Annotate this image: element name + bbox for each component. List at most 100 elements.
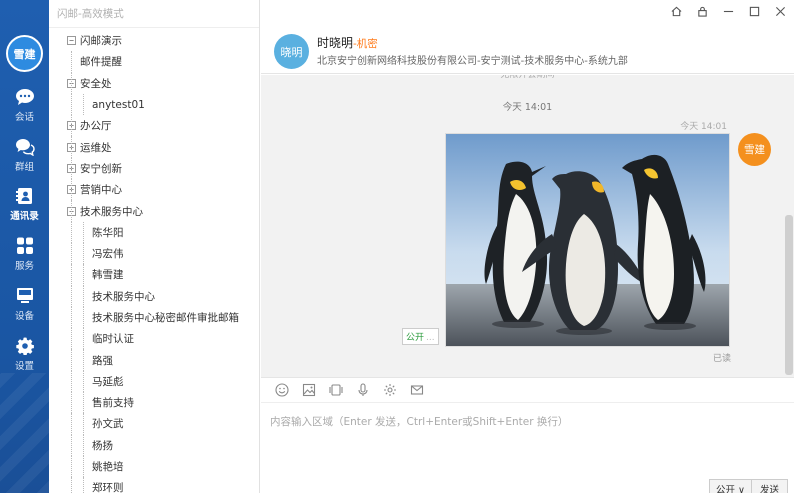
- tree-guide-line: [71, 434, 72, 456]
- tree-node[interactable]: 售前支持: [49, 392, 249, 414]
- tree-node[interactable]: − 闪邮演示: [49, 30, 249, 51]
- tree-guide-line: [71, 72, 72, 94]
- tree-node-label: 孙文武: [92, 418, 124, 431]
- tree-guide-line: [83, 242, 84, 265]
- tree-guide-line: [71, 392, 72, 414]
- services-grid-icon: [16, 237, 33, 254]
- penguins-image: [446, 134, 729, 346]
- tree-node[interactable]: − 安全处: [49, 72, 249, 94]
- chat-header: 晓明 时晓明-机密 北京安宁创新网络科技股份有限公司-安宁测试-技术服务中心-系…: [261, 28, 794, 74]
- tree-node-label: 冯宏伟: [92, 248, 124, 261]
- nav-item-contacts[interactable]: 通讯录: [0, 181, 49, 227]
- tree-node[interactable]: − 技术服务中心: [49, 200, 249, 222]
- send-button-group: 公开 ∨ 发送: [709, 479, 788, 493]
- tree-node-label: 安全处: [80, 77, 112, 90]
- group-chat-icon: [15, 138, 35, 156]
- device-icon: [16, 287, 33, 303]
- collapse-icon[interactable]: −: [67, 36, 76, 46]
- tree-node-label: 邮件提醒: [80, 56, 122, 69]
- tree-node-label: 技术服务中心: [92, 290, 155, 303]
- tree-guide-line: [71, 93, 72, 116]
- lock-icon[interactable]: [696, 5, 708, 17]
- screenshot-icon[interactable]: [328, 382, 344, 398]
- tree-guide-line: [71, 285, 72, 307]
- input-toolbar: [261, 377, 794, 403]
- contact-avatar[interactable]: 晓明: [274, 34, 309, 69]
- message-list: 无限开会期间 今天 14:01 今天 14:01 雪建 公开 ... 已读: [261, 75, 794, 377]
- tree-node-label: 安宁创新: [80, 162, 122, 175]
- tree-node[interactable]: 技术服务中心: [49, 285, 249, 307]
- tree-node-label: 杨扬: [92, 439, 113, 452]
- tree-node-label: 技术服务中心: [80, 205, 143, 218]
- public-tag-label: 公开: [406, 333, 425, 343]
- tree-guide-line: [71, 477, 72, 493]
- nav-item-settings[interactable]: 设置: [0, 331, 49, 377]
- emoji-icon[interactable]: [274, 382, 290, 398]
- tree-node[interactable]: + 办公厅: [49, 115, 249, 137]
- org-tree: − 闪邮演示 邮件提醒 − 安全处 anytest01 + 办公厅 + 运维处 + 安宁创新 + 营销中心…: [49, 30, 249, 493]
- previous-message-snippet: 无限开会期间: [500, 75, 555, 80]
- tree-node-label: 郑环则: [92, 482, 124, 493]
- tree-node[interactable]: 韩雪建: [49, 264, 249, 286]
- nav-item-devices[interactable]: 设备: [0, 281, 49, 327]
- send-button[interactable]: 发送: [751, 479, 788, 493]
- tree-guide-line: [83, 306, 84, 329]
- tree-node-label: 路强: [92, 354, 113, 367]
- tree-node[interactable]: 路强: [49, 349, 249, 371]
- gear-icon: [15, 337, 34, 355]
- tree-guide-line: [71, 349, 72, 371]
- user-avatar[interactable]: 雪建: [6, 35, 43, 72]
- tree-node[interactable]: 邮件提醒: [49, 51, 249, 73]
- nav-label: 群组: [14, 161, 34, 173]
- tree-node[interactable]: 技术服务中心秘密邮件审批邮箱: [49, 306, 249, 329]
- visibility-dropdown[interactable]: 公开 ∨: [709, 479, 752, 493]
- contact-organization: 北京安宁创新网络科技股份有限公司-安宁测试-技术服务中心-系统九部: [317, 56, 628, 67]
- tree-node[interactable]: 冯宏伟: [49, 242, 249, 265]
- image-message[interactable]: [445, 133, 730, 347]
- close-icon[interactable]: [774, 5, 786, 17]
- nav-label: 设备: [14, 310, 34, 322]
- nav-item-services[interactable]: 服务: [0, 231, 49, 277]
- nav-item-groups[interactable]: 群组: [0, 132, 49, 178]
- tree-guide-line: [83, 349, 84, 371]
- maximize-icon[interactable]: [748, 5, 760, 17]
- tree-node-label: 售前支持: [92, 397, 134, 410]
- minimize-icon[interactable]: [722, 5, 734, 17]
- tree-node-label: 运维处: [80, 141, 112, 154]
- image-icon[interactable]: [301, 382, 317, 398]
- microphone-icon[interactable]: [355, 382, 371, 398]
- tree-node[interactable]: + 运维处: [49, 136, 249, 158]
- tree-node[interactable]: anytest01: [49, 93, 249, 116]
- tree-guide-line: [71, 51, 72, 73]
- settings-icon[interactable]: [382, 382, 398, 398]
- message-input[interactable]: [261, 404, 794, 474]
- tree-node[interactable]: 姚艳培: [49, 455, 249, 478]
- tree-node[interactable]: 杨扬: [49, 434, 249, 456]
- time-separator: 今天 14:01: [502, 102, 553, 113]
- tree-guide-line: [83, 221, 84, 243]
- sender-avatar[interactable]: 雪建: [738, 133, 771, 166]
- tree-node[interactable]: + 营销中心: [49, 179, 249, 201]
- contacts-icon: [15, 187, 32, 204]
- tree-node-label: 技术服务中心秘密邮件审批邮箱: [92, 312, 239, 324]
- home-icon[interactable]: [670, 5, 682, 17]
- mail-icon[interactable]: [409, 382, 425, 398]
- tree-node[interactable]: + 安宁创新: [49, 157, 249, 180]
- tree-node[interactable]: 临时认证: [49, 328, 249, 350]
- contacts-panel: 闪邮-高效模式 − 闪邮演示 邮件提醒 − 安全处 anytest01 + 办公厅 + 运维处 + 安…: [49, 0, 307, 493]
- tree-node[interactable]: 陈华阳: [49, 221, 249, 243]
- tree-guide-line: [83, 285, 84, 307]
- tree-guide-line: [83, 370, 84, 393]
- contact-name: 时晓明-机密: [317, 34, 378, 51]
- tree-node[interactable]: 马延彪: [49, 370, 249, 393]
- message-scrollbar[interactable]: [785, 215, 793, 375]
- tree-guide-line: [71, 221, 72, 243]
- tree-node[interactable]: 孙文武: [49, 413, 249, 435]
- tree-node-label: 陈华阳: [92, 226, 124, 239]
- tree-guide-line: [71, 413, 72, 435]
- tree-node[interactable]: 郑环则: [49, 477, 249, 493]
- tree-node-label: anytest01: [92, 98, 145, 111]
- tree-guide-line: [71, 179, 72, 201]
- nav-item-chat[interactable]: 会话: [0, 82, 49, 128]
- public-tag[interactable]: 公开...: [402, 328, 439, 345]
